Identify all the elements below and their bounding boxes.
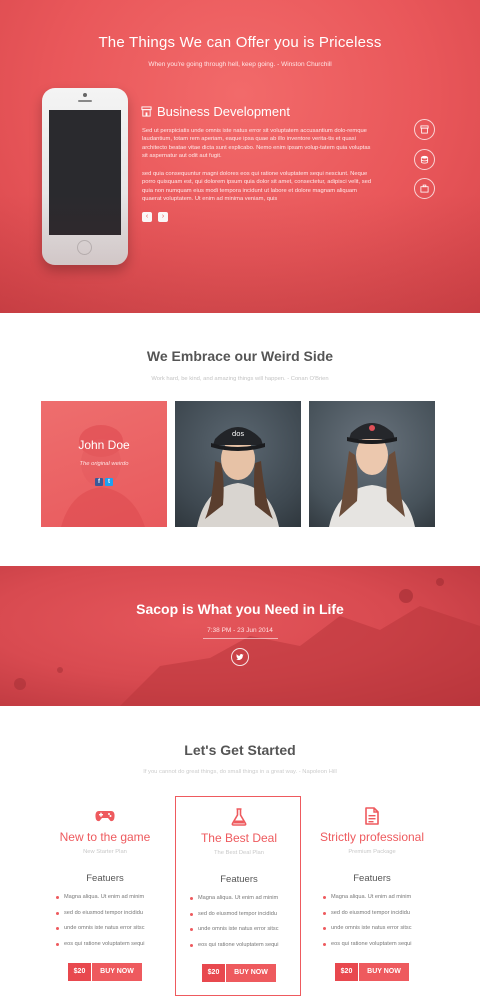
phone-screen — [49, 110, 121, 235]
plan-price: $20 — [335, 963, 358, 981]
list-item: unde omnis iste natus error sitsc — [56, 925, 145, 941]
pricing-plan-best-deal: The Best Deal The Best Deal Plan Featuer… — [175, 796, 301, 996]
banner-divider — [203, 638, 278, 639]
phone-speaker — [78, 100, 92, 102]
plan-name: Strictly professional — [319, 830, 425, 844]
plan-features-heading: Featuers — [353, 873, 391, 884]
hero-section: The Things We can Offer you is Priceless… — [0, 0, 480, 313]
plan-features-list: Magna aliqua. Ut enim ad minim sed do ei… — [323, 894, 412, 956]
hero-title: The Things We can Offer you is Priceless — [98, 34, 382, 51]
svg-text:dos: dos — [232, 430, 245, 438]
plan-subtitle: Premium Package — [348, 849, 396, 855]
prev-arrow-button[interactable]: ‹ — [142, 212, 152, 222]
plan-cta: $20 BUY NOW — [335, 963, 409, 981]
quote-banner — [0, 566, 480, 706]
pricing-plan-starter: New to the game New Starter Plan Featuer… — [42, 796, 168, 996]
database-icon — [420, 155, 429, 164]
gamepad-icon — [95, 811, 115, 822]
facebook-icon[interactable]: f — [95, 478, 103, 486]
team-photo-2[interactable] — [309, 401, 435, 527]
plan-cta: $20 BUY NOW — [68, 963, 142, 981]
plan-features-heading: Featuers — [220, 874, 258, 885]
team-quote: Work hard, be kind, and amazing things w… — [151, 376, 329, 382]
list-item: unde omnis iste natus error sitsc — [323, 925, 412, 941]
plan-price: $20 — [202, 964, 225, 982]
plan-features-list: Magna aliqua. Ut enim ad minim sed do ei… — [56, 894, 145, 956]
team-title: We Embrace our Weird Side — [146, 348, 334, 364]
shop-icon — [420, 125, 429, 134]
buy-now-button[interactable]: BUY NOW — [226, 964, 276, 982]
list-item: sed do eiusmod tempor incididu — [190, 911, 279, 927]
team-member-role: The original weirdo — [79, 461, 129, 467]
hero-quote: When you're going through hell, keep goi… — [148, 61, 332, 68]
twitter-button[interactable] — [231, 648, 249, 666]
briefcase-icon — [420, 184, 429, 193]
service-paragraph-2: sed quia consequuntur magni dolores eos … — [142, 171, 372, 202]
phone-camera — [83, 93, 87, 97]
pricing-plan-professional: Strictly professional Premium Package Fe… — [309, 796, 435, 996]
twitter-icon — [236, 654, 244, 660]
list-item: sed do eiusmod tempor incididu — [56, 910, 145, 926]
side-nav-briefcase-button[interactable] — [414, 178, 435, 199]
team-member-name: John Doe — [78, 438, 130, 452]
plan-price: $20 — [68, 963, 91, 981]
pricing-title: Let's Get Started — [184, 742, 296, 758]
service-title: Business Development — [157, 104, 290, 119]
list-item: eos qui ratione voluptatem sequi — [323, 941, 412, 957]
plan-name: The Best Deal — [200, 831, 278, 845]
phone-mockup — [42, 88, 128, 265]
list-item: Magna aliqua. Ut enim ad minim — [323, 894, 412, 910]
team-photo-1[interactable]: dos — [175, 401, 301, 527]
asteroid-background — [14, 578, 480, 706]
plan-subtitle: New Starter Plan — [83, 849, 127, 855]
list-item: sed do eiusmod tempor incididu — [323, 910, 412, 926]
list-item: eos qui ratione voluptatem sequi — [190, 942, 279, 958]
buy-now-button[interactable]: BUY NOW — [359, 963, 409, 981]
list-item: eos qui ratione voluptatem sequi — [56, 941, 145, 957]
banner-title: Sacop is What you Need in Life — [136, 601, 344, 617]
banner-date: 7:38 PM - 23 Jun 2014 — [207, 627, 273, 634]
list-item: unde omnis iste natus error sitsc — [190, 926, 279, 942]
woman-in-cap-photo — [329, 423, 415, 527]
plan-features-heading: Featuers — [86, 873, 124, 884]
shop-icon — [141, 106, 152, 117]
plan-cta: $20 BUY NOW — [202, 964, 276, 982]
plan-name: New to the game — [59, 830, 151, 844]
next-arrow-button[interactable]: › — [158, 212, 168, 222]
service-paragraph-1: Sed ut perspiciatis unde omnis iste natu… — [142, 128, 371, 159]
plan-features-list: Magna aliqua. Ut enim ad minim sed do ei… — [190, 895, 279, 957]
twitter-icon[interactable]: t — [105, 478, 113, 486]
woman-in-cap-photo: dos — [197, 427, 279, 527]
plan-subtitle: The Best Deal Plan — [214, 850, 264, 856]
list-item: Magna aliqua. Ut enim ad minim — [190, 895, 279, 911]
flask-icon — [231, 808, 247, 826]
phone-home-button — [77, 240, 92, 255]
side-nav-shop-button[interactable] — [414, 119, 435, 140]
side-nav-database-button[interactable] — [414, 149, 435, 170]
team-member-social: f t — [95, 478, 113, 486]
buy-now-button[interactable]: BUY NOW — [92, 963, 142, 981]
pricing-quote: If you cannot do great things, do small … — [143, 769, 337, 775]
document-icon — [365, 807, 379, 825]
list-item: Magna aliqua. Ut enim ad minim — [56, 894, 145, 910]
